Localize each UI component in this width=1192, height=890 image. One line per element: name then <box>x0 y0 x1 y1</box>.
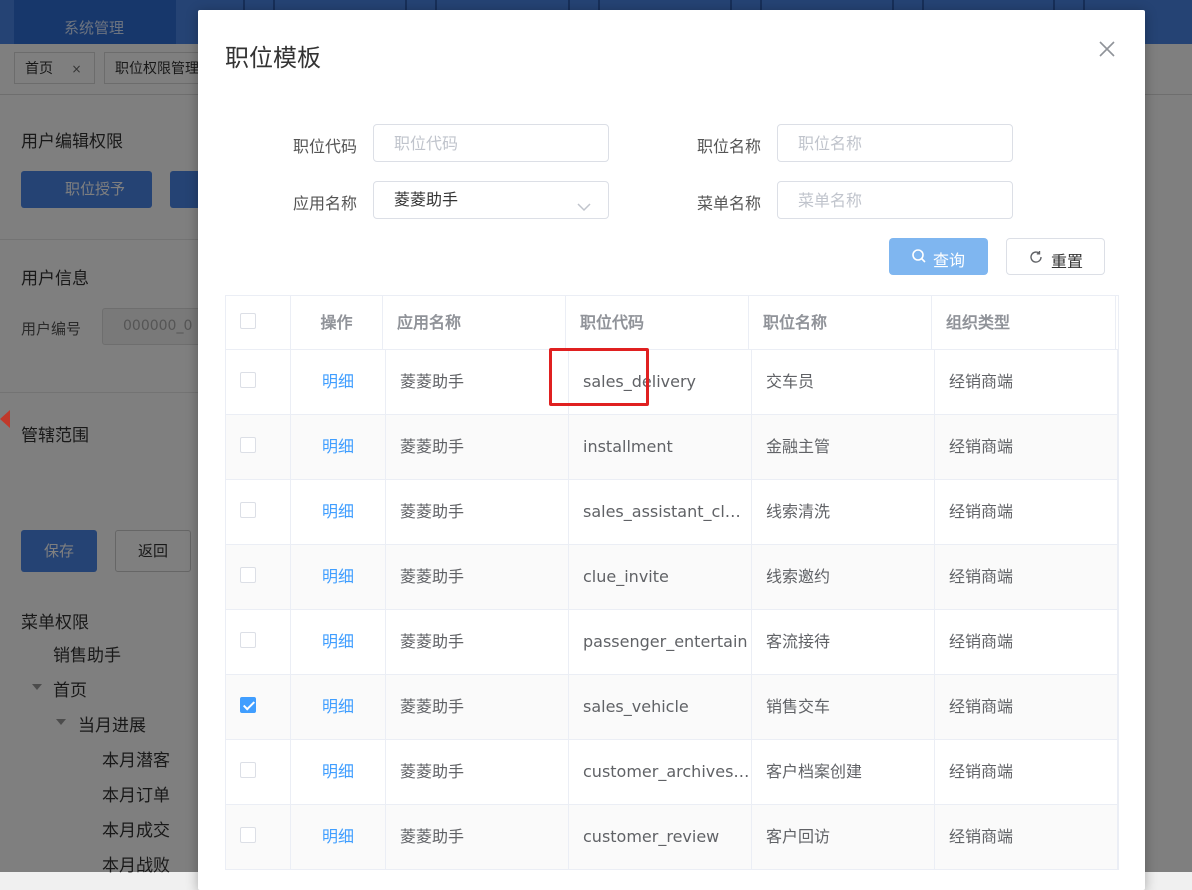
detail-link[interactable]: 明细 <box>291 740 386 804</box>
row-select-cell <box>226 480 291 544</box>
position-name-cell: 交车员 <box>752 350 935 414</box>
table-row[interactable]: 明细 菱菱助手 customer_archives… 客户档案创建 经销商端 <box>226 740 1118 805</box>
app-name-cell: 菱菱助手 <box>386 610 569 674</box>
reset-button[interactable]: 重置 <box>1006 238 1105 275</box>
header-org-type: 组织类型 <box>932 296 1116 349</box>
position-code-cell: customer_archives… <box>569 740 752 804</box>
row-checkbox[interactable] <box>240 567 256 583</box>
position-name-cell: 客户档案创建 <box>752 740 935 804</box>
reset-button-label: 重置 <box>1051 252 1084 271</box>
app-name-cell: 菱菱助手 <box>386 545 569 609</box>
detail-link[interactable]: 明细 <box>291 480 386 544</box>
detail-link[interactable]: 明细 <box>291 610 386 674</box>
position-name-cell: 金融主管 <box>752 415 935 479</box>
row-checkbox[interactable] <box>240 697 256 713</box>
header-app-name: 应用名称 <box>383 296 566 349</box>
table-row[interactable]: 明细 菱菱助手 sales_delivery 交车员 经销商端 <box>226 350 1118 415</box>
row-checkbox[interactable] <box>240 762 256 778</box>
position-name-label: 职位名称 <box>696 137 761 156</box>
close-icon[interactable] <box>1096 38 1118 60</box>
position-table: 操作 应用名称 职位代码 职位名称 组织类型 明细 菱菱助手 sales_deliv… <box>225 295 1119 870</box>
position-code-cell: sales_assistant_cl… <box>569 480 752 544</box>
row-checkbox[interactable] <box>240 632 256 648</box>
org-type-cell: 经销商端 <box>935 805 1118 869</box>
table-row[interactable]: 明细 菱菱助手 installment 金融主管 经销商端 <box>226 415 1118 480</box>
row-select-cell <box>226 740 291 804</box>
row-select-cell <box>226 545 291 609</box>
position-name-input[interactable] <box>777 124 1013 162</box>
menu-name-label: 菜单名称 <box>696 194 761 213</box>
table-row[interactable]: 明细 菱菱助手 clue_invite 线索邀约 经销商端 <box>226 545 1118 610</box>
row-select-cell <box>226 610 291 674</box>
org-type-cell: 经销商端 <box>935 610 1118 674</box>
search-icon <box>911 248 927 268</box>
chevron-down-icon <box>576 192 592 228</box>
position-code-cell: customer_review <box>569 805 752 869</box>
position-name-cell: 线索清洗 <box>752 480 935 544</box>
org-type-cell: 经销商端 <box>935 740 1118 804</box>
row-checkbox[interactable] <box>240 372 256 388</box>
position-code-cell: sales_vehicle <box>569 675 752 739</box>
collapse-arrow-icon[interactable] <box>0 410 10 428</box>
org-type-cell: 经销商端 <box>935 350 1118 414</box>
query-button-label: 查询 <box>933 251 966 270</box>
header-position-name: 职位名称 <box>749 296 932 349</box>
header-position-code: 职位代码 <box>566 296 749 349</box>
app-name-cell: 菱菱助手 <box>386 740 569 804</box>
query-button[interactable]: 查询 <box>889 238 988 275</box>
table-row[interactable]: 明细 菱菱助手 customer_review 客户回访 经销商端 <box>226 805 1118 870</box>
table-header: 操作 应用名称 职位代码 职位名称 组织类型 <box>226 296 1118 350</box>
row-select-cell <box>226 675 291 739</box>
position-code-input[interactable] <box>373 124 609 162</box>
dialog-title: 职位模板 <box>225 44 321 72</box>
menu-name-input[interactable] <box>777 181 1013 219</box>
row-checkbox[interactable] <box>240 827 256 843</box>
detail-link[interactable]: 明细 <box>291 675 386 739</box>
app-name-selected: 菱菱助手 <box>394 190 459 209</box>
row-select-cell <box>226 805 291 869</box>
table-row[interactable]: 明细 菱菱助手 sales_vehicle 销售交车 经销商端 <box>226 675 1118 740</box>
app-name-cell: 菱菱助手 <box>386 480 569 544</box>
select-all-cell <box>226 296 291 349</box>
position-code-cell: installment <box>569 415 752 479</box>
app-name-cell: 菱菱助手 <box>386 415 569 479</box>
app-name-cell: 菱菱助手 <box>386 675 569 739</box>
refresh-icon <box>1029 249 1043 268</box>
table-row[interactable]: 明细 菱菱助手 sales_assistant_cl… 线索清洗 经销商端 <box>226 480 1118 545</box>
detail-link[interactable]: 明细 <box>291 805 386 869</box>
row-checkbox[interactable] <box>240 437 256 453</box>
org-type-cell: 经销商端 <box>935 675 1118 739</box>
table-row[interactable]: 明细 菱菱助手 passenger_entertain 客流接待 经销商端 <box>226 610 1118 675</box>
position-name-cell: 销售交车 <box>752 675 935 739</box>
app-name-select[interactable]: 菱菱助手 <box>373 181 609 219</box>
org-type-cell: 经销商端 <box>935 545 1118 609</box>
position-name-cell: 线索邀约 <box>752 545 935 609</box>
org-type-cell: 经销商端 <box>935 480 1118 544</box>
position-code-cell: passenger_entertain <box>569 610 752 674</box>
app-name-cell: 菱菱助手 <box>386 805 569 869</box>
position-template-dialog: 职位模板 职位代码 职位名称 应用名称 菱菱助手 菜单名称 查询 重置 操作 <box>198 10 1145 890</box>
row-select-cell <box>226 415 291 479</box>
detail-link[interactable]: 明细 <box>291 415 386 479</box>
position-name-cell: 客户回访 <box>752 805 935 869</box>
position-code-cell: clue_invite <box>569 545 752 609</box>
row-checkbox[interactable] <box>240 502 256 518</box>
position-name-cell: 客流接待 <box>752 610 935 674</box>
org-type-cell: 经销商端 <box>935 415 1118 479</box>
position-code-label: 职位代码 <box>292 137 357 156</box>
app-name-cell: 菱菱助手 <box>386 350 569 414</box>
app-name-label: 应用名称 <box>292 194 357 213</box>
table-body: 明细 菱菱助手 sales_delivery 交车员 经销商端 明细 菱菱助手 install… <box>226 350 1118 870</box>
row-select-cell <box>226 350 291 414</box>
detail-link[interactable]: 明细 <box>291 545 386 609</box>
header-action: 操作 <box>291 296 383 349</box>
select-all-checkbox[interactable] <box>240 313 256 329</box>
highlight-box <box>549 348 649 406</box>
detail-link[interactable]: 明细 <box>291 350 386 414</box>
